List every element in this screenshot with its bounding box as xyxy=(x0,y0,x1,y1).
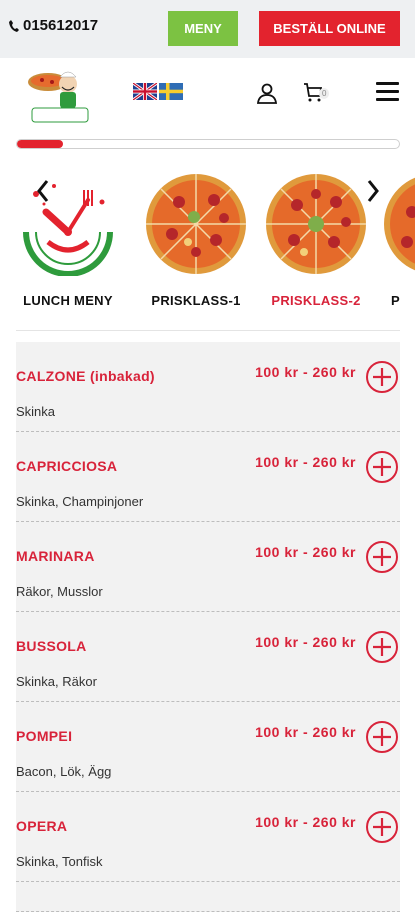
menu-item[interactable]: POMPEI 100 kr - 260 kr Bacon, Lök, Ägg xyxy=(16,702,400,792)
item-description: Räkor, Musslor xyxy=(16,584,103,599)
swedish-flag-icon[interactable] xyxy=(159,83,183,100)
progress-fill xyxy=(17,140,63,148)
item-name: BUSSOLA xyxy=(16,638,87,654)
menu-item[interactable]: OPERA 100 kr - 260 kr Skinka, Tonfisk xyxy=(16,792,400,882)
item-name: OPERA xyxy=(16,818,68,834)
top-bar: 015612017 MENY BESTÄLL ONLINE xyxy=(0,0,415,58)
category-label: PRISKLASS-2 xyxy=(271,293,361,308)
chevron-right-icon[interactable] xyxy=(365,178,381,204)
plus-circle-icon[interactable] xyxy=(365,360,399,394)
category-label: P xyxy=(391,293,400,308)
item-price: 100 kr - 260 kr xyxy=(255,544,356,560)
item-description: Skinka, Champinjoner xyxy=(16,494,144,509)
item-name: MARINARA xyxy=(16,548,95,564)
user-icon[interactable] xyxy=(256,82,278,104)
item-description: Skinka, Tonfisk xyxy=(16,854,103,869)
pizza-icon xyxy=(266,174,366,274)
hamburger-icon[interactable] xyxy=(376,82,399,102)
category-label: PRISKLASS-1 xyxy=(151,293,241,308)
phone-link[interactable]: 015612017 xyxy=(8,17,98,34)
item-price: 100 kr - 260 kr xyxy=(255,634,356,650)
item-price: 100 kr - 260 kr xyxy=(255,364,356,380)
menu-item[interactable]: CALZONE (inbakad) 100 kr - 260 kr Skinka xyxy=(16,342,400,432)
item-price: 100 kr - 260 kr xyxy=(255,724,356,740)
menu-item[interactable]: BUSSOLA 100 kr - 260 kr Skinka, Räkor xyxy=(16,612,400,702)
menu-item[interactable]: MARINARA 100 kr - 260 kr Räkor, Musslor xyxy=(16,522,400,612)
cart-count-badge: 0 xyxy=(319,88,330,99)
menu-item-list: CALZONE (inbakad) 100 kr - 260 kr Skinka… xyxy=(16,342,400,912)
menu-item[interactable] xyxy=(16,882,400,912)
category-lunch-meny[interactable]: LUNCH MENY xyxy=(9,168,127,308)
item-description: Bacon, Lök, Ägg xyxy=(16,764,112,779)
phone-icon xyxy=(9,19,19,32)
item-description: Skinka xyxy=(16,404,56,419)
order-online-button[interactable]: BESTÄLL ONLINE xyxy=(259,11,400,46)
menu-item[interactable]: CAPRICCIOSA 100 kr - 260 kr Skinka, Cham… xyxy=(16,432,400,522)
lunch-clock-icon xyxy=(23,184,113,277)
plus-circle-icon[interactable] xyxy=(365,720,399,754)
plus-circle-icon[interactable] xyxy=(365,540,399,574)
phone-number: 015612017 xyxy=(23,17,99,34)
logo[interactable] xyxy=(18,62,90,124)
language-switcher xyxy=(133,83,183,100)
chevron-left-icon[interactable] xyxy=(35,178,51,204)
category-label: LUNCH MENY xyxy=(23,293,113,308)
meny-button[interactable]: MENY xyxy=(168,11,238,46)
plus-circle-icon[interactable] xyxy=(365,450,399,484)
item-price: 100 kr - 260 kr xyxy=(255,454,356,470)
uk-flag-icon[interactable] xyxy=(133,83,157,100)
pizza-icon xyxy=(384,177,415,271)
item-name: CALZONE (inbakad) xyxy=(16,368,155,384)
item-price: 100 kr - 260 kr xyxy=(255,814,356,830)
category-carousel: LUNCH MENY PRISKLASS-1 PRISKLASS-2 P xyxy=(0,168,415,313)
item-name: CAPRICCIOSA xyxy=(16,458,118,474)
divider xyxy=(16,330,400,331)
plus-circle-icon[interactable] xyxy=(365,630,399,664)
category-partial[interactable]: P xyxy=(378,168,415,308)
item-description: Skinka, Räkor xyxy=(16,674,97,689)
category-prisklass-1[interactable]: PRISKLASS-1 xyxy=(137,168,255,308)
category-prisklass-2[interactable]: PRISKLASS-2 xyxy=(257,168,375,308)
item-name: POMPEI xyxy=(16,728,73,744)
pizza-icon xyxy=(146,174,246,274)
category-progress-bar xyxy=(16,139,400,149)
plus-circle-icon[interactable] xyxy=(365,810,399,844)
